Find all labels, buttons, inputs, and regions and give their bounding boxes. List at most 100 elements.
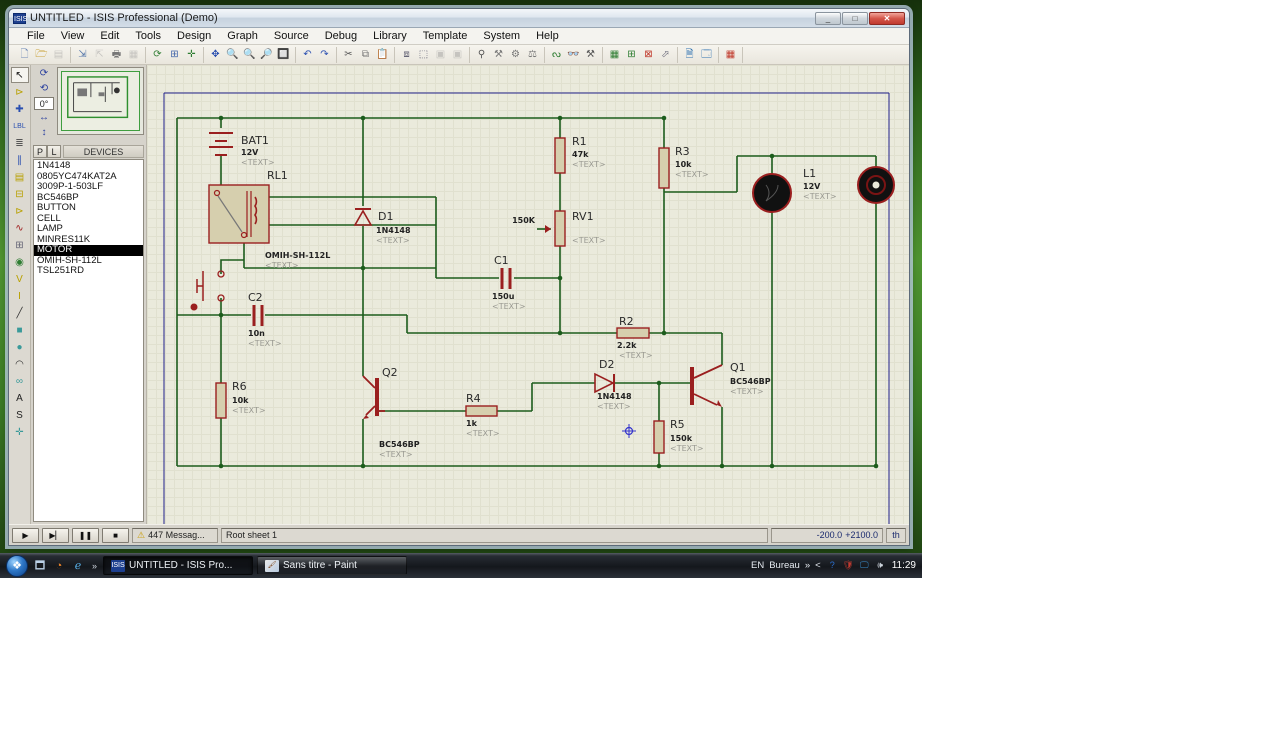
component-motor[interactable] — [857, 166, 895, 204]
tray-network-icon[interactable]: 🖵 — [858, 559, 871, 572]
undo-icon[interactable]: ↶ — [299, 47, 316, 62]
mark-area-icon[interactable]: ▦ — [125, 47, 142, 62]
tray-chevron[interactable]: » — [805, 560, 810, 571]
2d-line-tool[interactable]: ╱ — [11, 305, 29, 321]
show-desktop-icon[interactable]: 🗖 — [32, 558, 48, 574]
redraw-icon[interactable]: ⟳ — [149, 47, 166, 62]
desk-band-label[interactable]: Bureau — [769, 560, 800, 571]
component-r4[interactable]: R4 1k <TEXT> — [465, 392, 500, 438]
2d-text-tool[interactable]: A — [11, 390, 29, 406]
pan-icon[interactable]: ✥ — [207, 47, 224, 62]
terminal-tool[interactable]: ⊟ — [11, 186, 29, 202]
menu-source[interactable]: Source — [266, 29, 317, 43]
grid-icon[interactable]: ⊞ — [166, 47, 183, 62]
generator-tool[interactable]: ◉ — [11, 254, 29, 270]
cut-icon[interactable]: ✂ — [340, 47, 357, 62]
schematic-editor[interactable]: BAT1 12V <TEXT> RL1 OMIH-SH-112L <TEXT> … — [147, 65, 909, 524]
device-item-motor[interactable]: MOTOR — [34, 244, 143, 256]
rotate-ccw-button[interactable]: ⟲ — [36, 82, 52, 96]
tray-volume-icon[interactable]: 🕪 — [874, 559, 887, 572]
mirror-vertical-button[interactable]: ↕ — [36, 126, 52, 140]
voltage-probe-tool[interactable]: V — [11, 271, 29, 287]
graph-tool[interactable]: ∿ — [11, 220, 29, 236]
component-button[interactable] — [190, 270, 225, 311]
selection-tool[interactable]: ↖ — [10, 67, 29, 83]
quick-launch-chevron[interactable]: » — [90, 561, 99, 571]
simulate-pause-button[interactable]: ❚❚ — [72, 527, 99, 543]
menu-file[interactable]: File — [19, 29, 53, 43]
simulate-step-button[interactable]: ▶▏ — [42, 527, 69, 543]
2d-marker-tool[interactable]: ✛ — [11, 424, 29, 440]
junction-dot-tool[interactable]: ✚ — [11, 101, 29, 117]
start-button[interactable]: ❖ — [6, 554, 28, 577]
2d-arc-tool[interactable]: ◠ — [11, 356, 29, 372]
minimize-button[interactable]: _ — [815, 11, 841, 25]
simulate-stop-button[interactable]: ■ — [102, 527, 129, 543]
simulate-play-button[interactable]: ▶ — [12, 527, 39, 543]
2d-box-tool[interactable]: ■ — [11, 322, 29, 338]
zoom-area-icon[interactable]: 🔲 — [275, 47, 292, 62]
menu-tools[interactable]: Tools — [127, 29, 169, 43]
property-assign-icon[interactable]: ⚒ — [582, 47, 599, 62]
rotation-angle-field[interactable]: 0° — [34, 97, 54, 110]
paste-icon[interactable]: 📋 — [374, 47, 391, 62]
search-tag-icon[interactable]: 👓 — [565, 47, 582, 62]
close-button[interactable]: ✕ — [869, 11, 905, 25]
bus-tool[interactable]: ∥ — [11, 152, 29, 168]
subcircuit-tool[interactable]: ▤ — [11, 169, 29, 185]
netlist-ares-icon[interactable]: ▦ — [722, 47, 739, 62]
taskbar-task-paint[interactable]: 🖌 Sans titre - Paint — [257, 556, 408, 575]
text-script-tool[interactable]: ≣ — [11, 135, 29, 151]
menu-graph[interactable]: Graph — [219, 29, 266, 43]
menu-library[interactable]: Library — [365, 29, 415, 43]
menu-edit[interactable]: Edit — [92, 29, 127, 43]
copy-icon[interactable]: ⧉ — [357, 47, 374, 62]
component-r3[interactable]: R3 10k <TEXT> — [658, 145, 709, 189]
new-file-icon[interactable]: 🗋 — [16, 47, 33, 62]
component-r5[interactable]: R5 150k <TEXT> — [653, 418, 704, 454]
browser-orange-icon[interactable]: ◔ — [51, 558, 67, 574]
zoom-out-icon[interactable]: 🔍 — [241, 47, 258, 62]
device-item-1n4148[interactable]: 1N4148 — [34, 160, 143, 172]
component-bat1[interactable]: BAT1 12V <TEXT> — [209, 132, 275, 167]
menu-system[interactable]: System — [475, 29, 528, 43]
rotate-cw-button[interactable]: ⟳ — [36, 67, 52, 81]
component-r2[interactable]: R2 2.2k <TEXT> — [616, 315, 653, 360]
erc-icon[interactable]: 🗔 — [698, 47, 715, 62]
save-file-icon[interactable]: ▤ — [50, 47, 67, 62]
menu-template[interactable]: Template — [415, 29, 476, 43]
taskbar-task-isis[interactable]: ISIS UNTITLED - ISIS Pro... — [103, 556, 254, 575]
component-rv1[interactable]: RV1 150K <TEXT> — [512, 210, 606, 247]
component-d2[interactable]: D2 1N4148 <TEXT> — [594, 358, 632, 411]
wire-label-tool[interactable]: LBL — [11, 118, 29, 134]
tape-recorder-tool[interactable]: ⊞ — [11, 237, 29, 253]
component-l1-lamp[interactable]: L1 12V <TEXT> — [752, 167, 837, 213]
2d-symbol-tool[interactable]: S — [11, 407, 29, 423]
print-icon[interactable]: 🖶 — [108, 47, 125, 62]
decompose-icon[interactable]: ⚖ — [524, 47, 541, 62]
tray-collapse-arrow[interactable]: < — [815, 560, 821, 571]
import-icon[interactable]: ⇲ — [74, 47, 91, 62]
message-field[interactable]: ⚠ 447 Messag... — [132, 527, 218, 543]
2d-circle-tool[interactable]: ● — [11, 339, 29, 355]
design-explorer-icon[interactable]: ▦ — [606, 47, 623, 62]
component-q1[interactable]: Q1 BC546BP <TEXT> — [690, 361, 771, 407]
device-item-3009p-1-503lf[interactable]: 3009P-1-503LF — [34, 181, 143, 193]
block-delete-icon[interactable]: ▣ — [449, 47, 466, 62]
packaging-icon[interactable]: ⚙ — [507, 47, 524, 62]
goto-sheet-icon[interactable]: ⬀ — [657, 47, 674, 62]
bom-icon[interactable]: 🗎 — [681, 47, 698, 62]
tray-help-icon[interactable]: ? — [826, 559, 839, 572]
pick-device-icon[interactable]: ⚲ — [473, 47, 490, 62]
component-c1[interactable]: C1 150u <TEXT> — [492, 254, 526, 311]
mirror-horizontal-button[interactable]: ↔ — [36, 111, 52, 125]
current-probe-tool[interactable]: I — [11, 288, 29, 304]
zoom-in-icon[interactable]: 🔍 — [224, 47, 241, 62]
language-indicator[interactable]: EN — [751, 560, 764, 571]
component-c2[interactable]: C2 10n <TEXT> — [248, 291, 282, 348]
component-r6[interactable]: R6 10k <TEXT> — [215, 380, 266, 419]
remove-sheet-icon[interactable]: ⊠ — [640, 47, 657, 62]
origin-icon[interactable]: ✛ — [183, 47, 200, 62]
component-q2[interactable]: Q2 BC546BP <TEXT> — [362, 366, 420, 459]
block-rotate-icon[interactable]: ▣ — [432, 47, 449, 62]
